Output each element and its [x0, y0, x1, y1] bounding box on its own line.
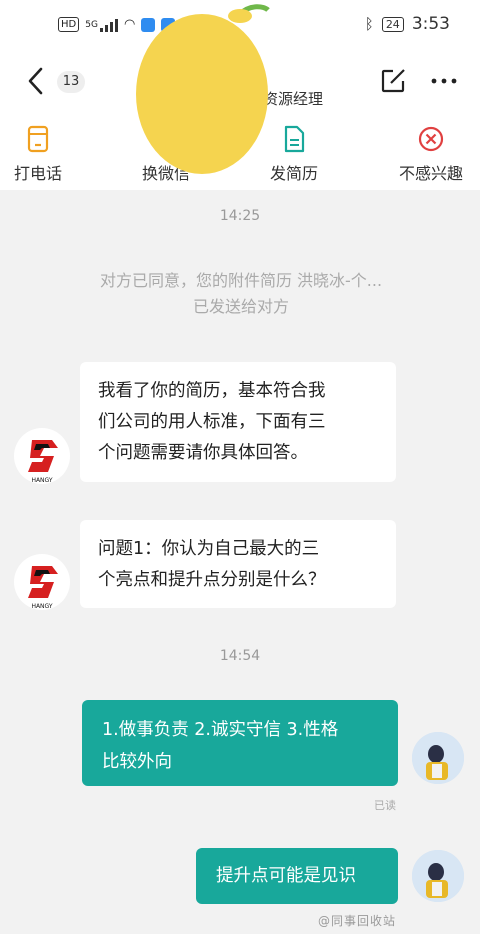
- my-avatar[interactable]: [412, 732, 464, 784]
- timestamp: 14:54: [219, 648, 261, 664]
- not-interested-label: 不感兴趣: [398, 164, 463, 183]
- message-text: 提升点可能是见识: [216, 866, 356, 886]
- hd-indicator: HD: [58, 17, 80, 32]
- phone-icon: [27, 125, 49, 153]
- clock: 3:53: [411, 14, 450, 34]
- recruiter-avatar[interactable]: HANGY: [14, 428, 70, 484]
- lemon-sticker: [136, 4, 270, 174]
- my-avatar[interactable]: [412, 850, 464, 902]
- recruiter-avatar[interactable]: HANGY: [14, 554, 70, 610]
- avatar-logo-text: HANGY: [31, 477, 52, 484]
- unread-count-badge: 13: [57, 71, 85, 93]
- watermark: @同事回收站: [318, 914, 397, 928]
- message-line: 问题1：你认为自己最大的三: [98, 539, 320, 559]
- back-arrow-icon[interactable]: [24, 66, 50, 96]
- message-bubble-recruiter[interactable]: 问题1：你认为自己最大的三 个亮点和提升点分别是什么？: [80, 520, 396, 608]
- message-line: 1.做事负责 2.诚实守信 3.性格: [102, 720, 339, 740]
- message-bubble-self[interactable]: 1.做事负责 2.诚实守信 3.性格 比较外向: [82, 700, 398, 786]
- call-button[interactable]: 打电话: [0, 124, 86, 184]
- battery-icon: 24: [381, 16, 404, 32]
- not-interested-button[interactable]: 不感兴趣: [383, 124, 479, 184]
- message-line: 个亮点和提升点分别是什么？: [98, 570, 326, 590]
- resume-icon: [284, 125, 305, 153]
- timestamp: 14:25: [219, 208, 261, 224]
- message-line: 比较外向: [102, 752, 172, 772]
- message-bubble-self[interactable]: 提升点可能是见识: [196, 848, 398, 904]
- signal-icon: [99, 18, 118, 32]
- message-line: 个问题需要请你具体回答。: [98, 443, 308, 463]
- message-line: 我看了你的简历，基本符合我: [98, 381, 326, 401]
- edit-icon[interactable]: [380, 68, 406, 94]
- system-message: 对方已同意，您的附件简历 洪晓冰-个... 已发送给对方: [99, 271, 383, 316]
- more-icon[interactable]: [430, 70, 458, 92]
- bluetooth-icon: ᛒ: [364, 15, 374, 33]
- call-label: 打电话: [13, 164, 62, 183]
- message-bubble-recruiter[interactable]: 我看了你的简历，基本符合我 们公司的用人标准，下面有三 个问题需要请你具体回答。: [80, 362, 396, 482]
- read-status: 已读: [374, 799, 396, 812]
- status-right: ᛒ 24 3:53: [365, 14, 450, 34]
- close-circle-icon: [418, 126, 444, 152]
- network-label: 5G: [85, 19, 98, 30]
- avatar-logo-text: HANGY: [31, 603, 52, 610]
- message-line: 们公司的用人标准，下面有三: [98, 412, 326, 432]
